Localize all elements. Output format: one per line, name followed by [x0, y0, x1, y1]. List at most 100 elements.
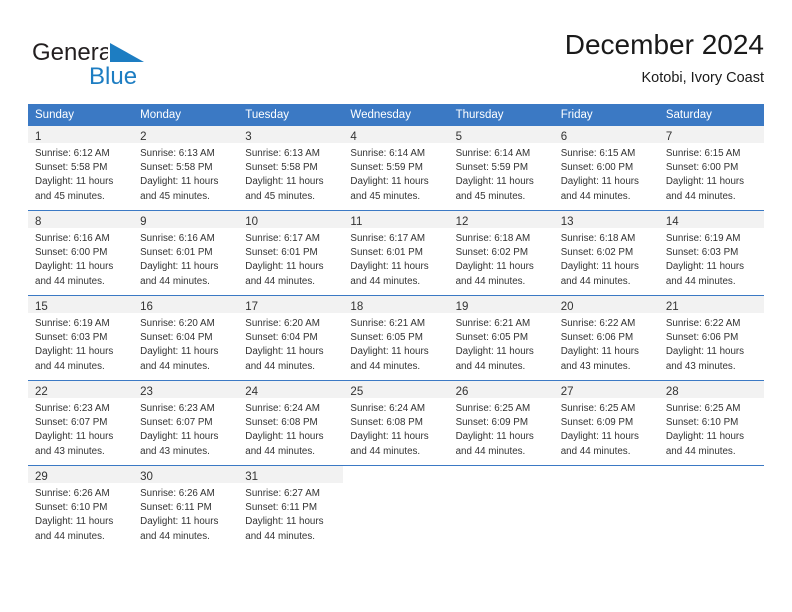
calendar-day-cell[interactable]: 24 Sunrise: 6:24 AM Sunset: 6:08 PM Dayligh… [238, 381, 344, 466]
sunrise-text: Sunrise: 6:17 AM [350, 233, 426, 244]
calendar-day-cell[interactable]: 29 Sunrise: 6:26 AM Sunset: 6:10 PM Dayligh… [28, 466, 134, 551]
sunset-text: Sunset: 6:07 PM [35, 417, 108, 429]
calendar-day-cell[interactable]: 19 Sunrise: 6:21 AM Sunset: 6:05 PM Dayligh… [448, 296, 554, 381]
daylight-text-line1: Daylight: 11 hours [665, 261, 745, 273]
calendar-day-cell[interactable]: 12 Sunrise: 6:18 AM Sunset: 6:02 PM Dayligh… [448, 211, 554, 296]
day-number-band [659, 466, 764, 483]
daylight-text-line2: and 43 minutes. [560, 360, 631, 372]
daylight-text-line2: and 44 minutes. [665, 445, 736, 457]
day-cell-content: 26 Sunrise: 6:25 AM Sunset: 6:09 PM Dayligh… [448, 381, 554, 465]
calendar-body: 1 Sunrise: 6:12 AM Sunset: 5:58 PM Daylight… [28, 126, 764, 550]
daylight-text-line2: and 45 minutes. [140, 190, 210, 202]
day-number-band [449, 466, 554, 483]
calendar-day-cell[interactable]: 10 Sunrise: 6:17 AM Sunset: 6:01 PM Dayligh… [238, 211, 344, 296]
day-number: 24 [245, 386, 259, 398]
sunset-text: Sunset: 6:07 PM [140, 417, 213, 429]
day-cell-content: 1 Sunrise: 6:12 AM Sunset: 5:58 PM Daylight… [28, 126, 134, 210]
calendar-day-cell[interactable]: 28 Sunrise: 6:25 AM Sunset: 6:10 PM Dayligh… [658, 381, 764, 466]
calendar-day-cell[interactable]: 22 Sunrise: 6:23 AM Sunset: 6:07 PM Dayligh… [28, 381, 134, 466]
daylight-text-line1: Daylight: 11 hours [455, 346, 534, 358]
day-number: 8 [35, 216, 42, 228]
day-number: 15 [35, 301, 48, 313]
calendar-day-cell[interactable]: 3 Sunrise: 6:13 AM Sunset: 5:58 PM Daylight… [238, 126, 344, 211]
calendar-day-cell[interactable]: 21 Sunrise: 6:22 AM Sunset: 6:06 PM Dayligh… [658, 296, 764, 381]
daylight-text-line1: Daylight: 11 hours [140, 176, 219, 188]
calendar-day-cell[interactable]: 14 Sunrise: 6:19 AM Sunset: 6:03 PM Dayligh… [658, 211, 764, 296]
day-number: 31 [245, 471, 259, 483]
calendar-day-cell[interactable]: 2 Sunrise: 6:13 AM Sunset: 5:58 PM Daylight… [133, 126, 239, 211]
day-cell-content: 21 Sunrise: 6:22 AM Sunset: 6:06 PM Dayligh… [658, 296, 764, 380]
sunset-text: Sunset: 6:00 PM [35, 247, 108, 259]
day-number-band: 5 [448, 126, 554, 143]
sunrise-text: Sunrise: 6:26 AM [35, 488, 110, 499]
calendar-week-row: 15 Sunrise: 6:19 AM Sunset: 6:03 PM Dayligh… [28, 295, 764, 381]
day-details: Sunrise: 6:14 AM Sunset: 5:59 PM Daylight:… [343, 143, 448, 204]
daylight-text-line1: Daylight: 11 hours [245, 176, 324, 188]
day-number-band: 14 [658, 211, 764, 228]
day-number-band: 11 [343, 211, 449, 228]
calendar-day-cell[interactable]: 15 Sunrise: 6:19 AM Sunset: 6:03 PM Dayligh… [28, 296, 134, 381]
day-number-band: 4 [343, 126, 449, 143]
day-number: 7 [665, 131, 673, 143]
calendar-day-cell[interactable]: 25 Sunrise: 6:24 AM Sunset: 6:08 PM Dayligh… [343, 381, 449, 466]
daylight-text-line1: Daylight: 11 hours [140, 346, 219, 358]
general-blue-logo[interactable]: General Blue [32, 36, 182, 90]
sunset-text: Sunset: 6:03 PM [35, 332, 108, 344]
calendar-day-cell[interactable]: 6 Sunrise: 6:15 AM Sunset: 6:00 PM Daylight… [553, 126, 659, 211]
day-number-band: 27 [553, 381, 659, 398]
day-details: Sunrise: 6:21 AM Sunset: 6:05 PM Daylight:… [343, 313, 448, 374]
sunset-text: Sunset: 6:11 PM [140, 502, 212, 514]
day-number-band: 13 [553, 211, 659, 228]
calendar-day-cell[interactable]: 8 Sunrise: 6:16 AM Sunset: 6:00 PM Daylight… [28, 211, 134, 296]
day-number: 6 [560, 131, 568, 143]
sunrise-text: Sunrise: 6:22 AM [560, 318, 636, 329]
calendar-day-cell[interactable]: 18 Sunrise: 6:21 AM Sunset: 6:05 PM Dayligh… [343, 296, 449, 381]
daylight-text-line2: and 44 minutes. [245, 445, 315, 457]
calendar-day-cell[interactable]: 17 Sunrise: 6:20 AM Sunset: 6:04 PM Dayligh… [238, 296, 344, 381]
day-details: Sunrise: 6:19 AM Sunset: 6:03 PM Daylight:… [659, 228, 764, 289]
weekday-header-sunday: Sunday [28, 104, 134, 126]
day-details: Sunrise: 6:25 AM Sunset: 6:10 PM Daylight:… [659, 398, 764, 459]
day-cell-content: 11 Sunrise: 6:17 AM Sunset: 6:01 PM Dayligh… [343, 211, 449, 295]
day-cell-content: 18 Sunrise: 6:21 AM Sunset: 6:05 PM Dayligh… [343, 296, 449, 380]
calendar-day-cell[interactable]: 16 Sunrise: 6:20 AM Sunset: 6:04 PM Dayligh… [133, 296, 239, 381]
sunrise-text: Sunrise: 6:24 AM [350, 403, 426, 414]
calendar-day-cell[interactable]: 23 Sunrise: 6:23 AM Sunset: 6:07 PM Dayligh… [133, 381, 239, 466]
calendar-day-cell[interactable]: 27 Sunrise: 6:25 AM Sunset: 6:09 PM Dayligh… [553, 381, 659, 466]
day-number: 18 [350, 301, 364, 313]
calendar-day-cell[interactable]: 26 Sunrise: 6:25 AM Sunset: 6:09 PM Dayligh… [448, 381, 554, 466]
calendar-day-cell[interactable]: 5 Sunrise: 6:14 AM Sunset: 5:59 PM Daylight… [448, 126, 554, 211]
sunset-text: Sunset: 6:00 PM [560, 162, 634, 174]
daylight-text-line2: and 44 minutes. [560, 275, 631, 287]
calendar-day-cell[interactable]: 30 Sunrise: 6:26 AM Sunset: 6:11 PM Dayligh… [133, 466, 239, 551]
logo-text-blue: Blue [89, 63, 137, 90]
calendar-day-cell[interactable]: 11 Sunrise: 6:17 AM Sunset: 6:01 PM Dayligh… [343, 211, 449, 296]
sunset-text: Sunset: 6:09 PM [455, 417, 528, 429]
daylight-text-line2: and 43 minutes. [665, 360, 736, 372]
day-number-band: 17 [238, 296, 344, 313]
day-number: 5 [455, 131, 462, 143]
calendar-day-cell [658, 466, 764, 550]
calendar-day-cell[interactable]: 20 Sunrise: 6:22 AM Sunset: 6:06 PM Dayligh… [553, 296, 659, 381]
calendar-day-cell[interactable]: 1 Sunrise: 6:12 AM Sunset: 5:58 PM Daylight… [28, 126, 134, 211]
calendar-day-cell[interactable]: 4 Sunrise: 6:14 AM Sunset: 5:59 PM Daylight… [343, 126, 449, 211]
calendar-day-cell[interactable]: 31 Sunrise: 6:27 AM Sunset: 6:11 PM Dayligh… [238, 466, 344, 551]
sunset-text: Sunset: 6:04 PM [140, 332, 213, 344]
day-cell-content: 27 Sunrise: 6:25 AM Sunset: 6:09 PM Dayligh… [553, 381, 659, 465]
calendar-day-cell[interactable]: 13 Sunrise: 6:18 AM Sunset: 6:02 PM Dayligh… [553, 211, 659, 296]
daylight-text-line1: Daylight: 11 hours [560, 176, 639, 188]
calendar-day-cell[interactable]: 7 Sunrise: 6:15 AM Sunset: 6:00 PM Daylight… [658, 126, 764, 211]
day-cell-content: 16 Sunrise: 6:20 AM Sunset: 6:04 PM Dayligh… [133, 296, 239, 380]
day-details: Sunrise: 6:16 AM Sunset: 6:01 PM Daylight:… [133, 228, 238, 289]
day-cell-content: 5 Sunrise: 6:14 AM Sunset: 5:59 PM Daylight… [448, 126, 554, 210]
daylight-text-line2: and 44 minutes. [35, 275, 105, 287]
calendar-week-row: 22 Sunrise: 6:23 AM Sunset: 6:07 PM Dayligh… [28, 380, 764, 466]
calendar-day-cell[interactable]: 9 Sunrise: 6:16 AM Sunset: 6:01 PM Daylight… [133, 211, 239, 296]
daylight-text-line2: and 43 minutes. [35, 445, 105, 457]
day-number-band: 28 [658, 381, 764, 398]
sunrise-text: Sunrise: 6:19 AM [665, 233, 741, 244]
day-number-band: 19 [448, 296, 554, 313]
day-number-band: 6 [553, 126, 659, 143]
sunrise-text: Sunrise: 6:18 AM [560, 233, 636, 244]
daylight-text-line2: and 45 minutes. [35, 190, 105, 202]
